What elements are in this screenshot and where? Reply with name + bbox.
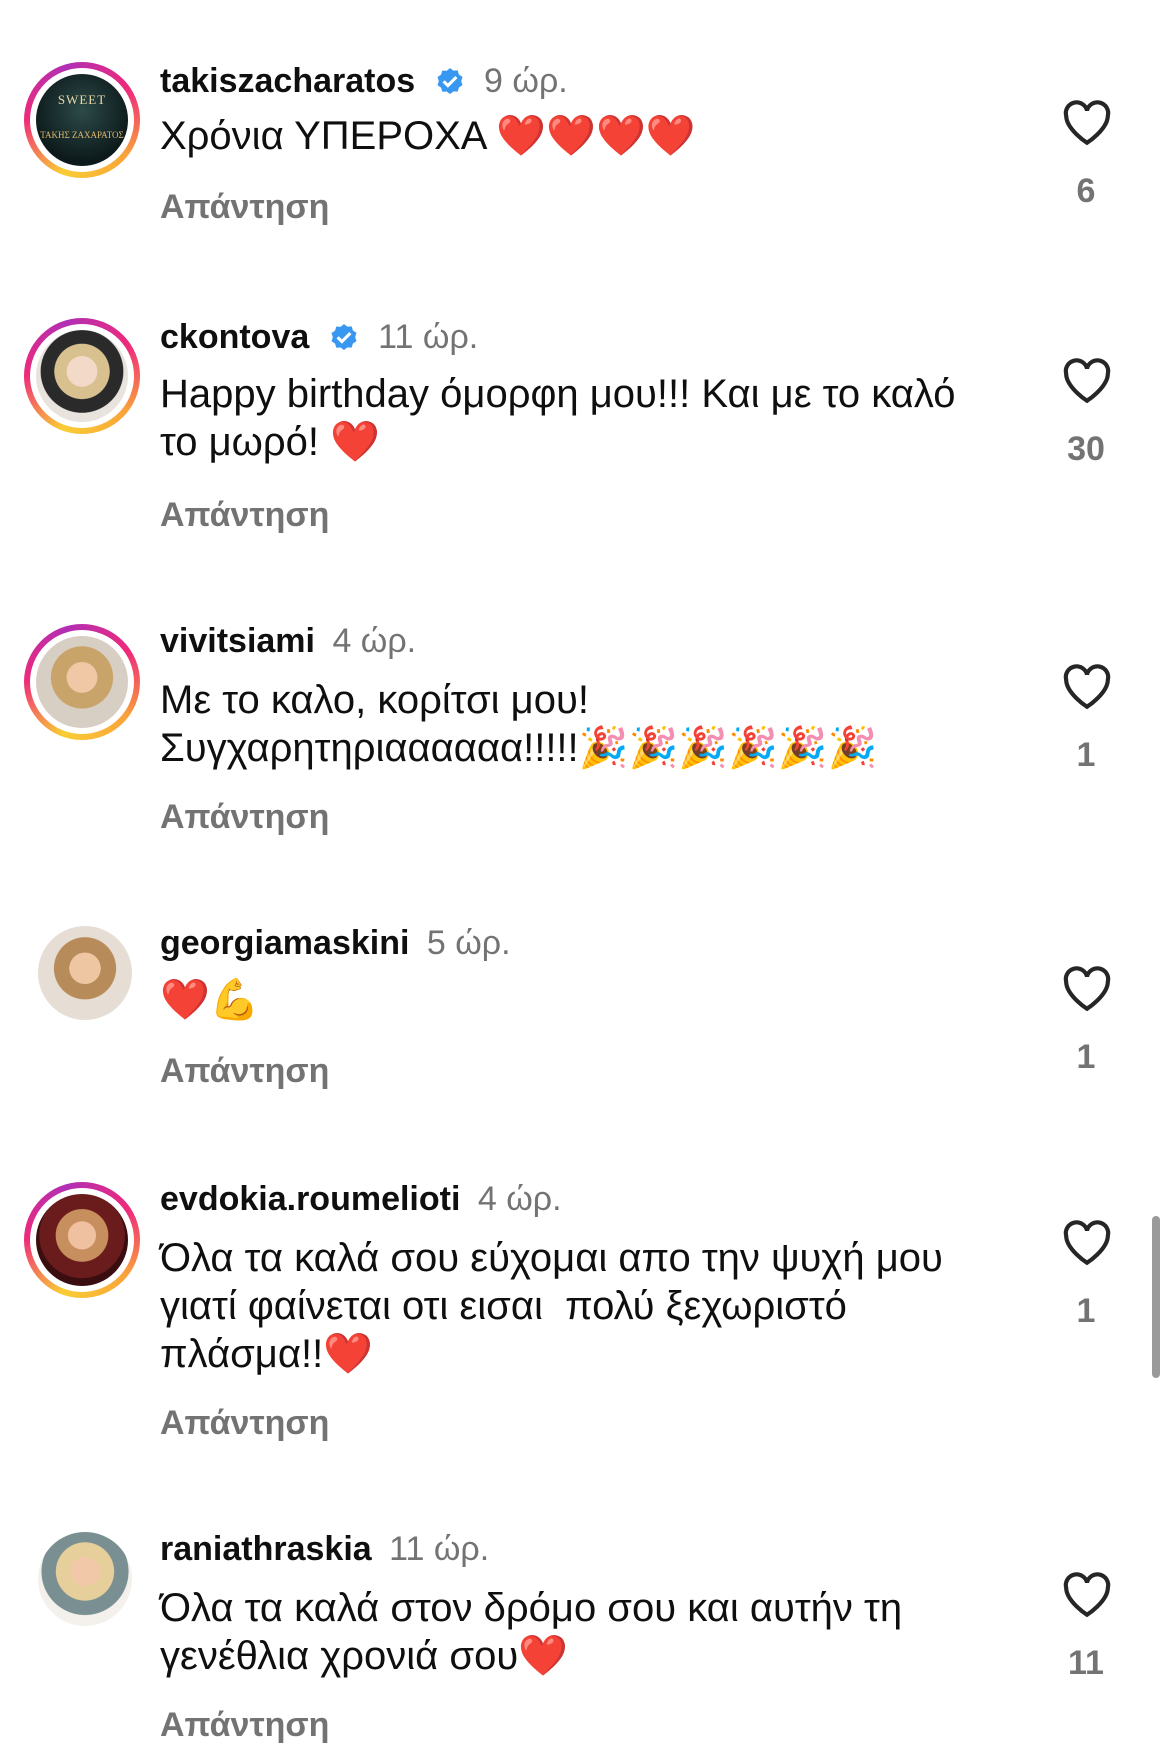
like-count: 1 — [1076, 1292, 1096, 1330]
comment-text: Χρόνια ΥΠΕΡΟΧΑ ❤️❤️❤️❤️ — [160, 114, 696, 158]
comment-header: evdokia.roumelioti 4 ώρ. — [160, 1180, 562, 1219]
heart-outline-icon[interactable] — [1062, 966, 1112, 1012]
username[interactable]: vivitsiami — [160, 622, 315, 660]
reply-button[interactable]: Απάντηση — [160, 1404, 329, 1443]
reply-button[interactable]: Απάντηση — [160, 496, 329, 535]
comment-header: georgiamaskini 5 ώρ. — [160, 924, 511, 963]
reply-button[interactable]: Απάντηση — [160, 1706, 329, 1745]
like-count: 1 — [1076, 736, 1096, 774]
comment-text: Happy birthday όμορφη μου!!! Και με το κ… — [160, 372, 967, 464]
scrollbar[interactable] — [1152, 1216, 1160, 1378]
avatar[interactable] — [24, 1518, 140, 1634]
avatar[interactable] — [24, 624, 140, 740]
comment-header: ckontova 11 ώρ. — [160, 318, 478, 357]
avatar[interactable]: SWEET ΤΑΚΗΣ ΖΑΧΑΡΑΤΟΣ — [24, 62, 140, 178]
username[interactable]: takiszacharatos — [160, 62, 415, 100]
like-count: 11 — [1068, 1644, 1104, 1682]
avatar[interactable] — [24, 318, 140, 434]
heart-outline-icon[interactable] — [1062, 358, 1112, 404]
username[interactable]: ckontova — [160, 318, 309, 356]
comment-header: raniathraskia 11 ώρ. — [160, 1530, 489, 1569]
comment-text: Όλα τα καλά σου εύχομαι απο την ψυχή μου… — [160, 1236, 955, 1376]
timestamp: 9 ώρ. — [484, 62, 568, 100]
timestamp: 5 ώρ. — [426, 924, 511, 962]
username[interactable]: evdokia.roumelioti — [160, 1180, 460, 1218]
avatar[interactable] — [24, 912, 140, 1028]
heart-outline-icon[interactable] — [1062, 664, 1112, 710]
heart-outline-icon[interactable] — [1062, 1572, 1112, 1618]
timestamp: 4 ώρ. — [332, 622, 417, 660]
reply-button[interactable]: Απάντηση — [160, 1052, 329, 1091]
verified-badge-icon — [331, 324, 357, 351]
timestamp: 11 ώρ. — [378, 318, 479, 356]
timestamp: 4 ώρ. — [477, 1180, 562, 1218]
avatar[interactable] — [24, 1182, 140, 1298]
comment-text: ❤️💪 — [160, 978, 260, 1022]
comment-header: vivitsiami 4 ώρ. — [160, 622, 416, 661]
comment-text: Με το καλο, κορίτσι μου! Συγχαρητηριαααα… — [160, 678, 878, 770]
like-count: 1 — [1076, 1038, 1096, 1076]
heart-outline-icon[interactable] — [1062, 100, 1112, 146]
timestamp: 11 ώρ. — [389, 1530, 490, 1568]
comment-text: Όλα τα καλά στον δρόμο σου και αυτήν τη … — [160, 1586, 914, 1678]
heart-outline-icon[interactable] — [1062, 1220, 1112, 1266]
username[interactable]: georgiamaskini — [160, 924, 409, 962]
reply-button[interactable]: Απάντηση — [160, 798, 329, 837]
like-count: 6 — [1076, 172, 1096, 210]
verified-badge-icon — [437, 68, 463, 95]
like-count: 30 — [1067, 430, 1105, 468]
username[interactable]: raniathraskia — [160, 1530, 372, 1568]
reply-button[interactable]: Απάντηση — [160, 188, 329, 227]
comment-header: takiszacharatos 9 ώρ. — [160, 62, 568, 101]
